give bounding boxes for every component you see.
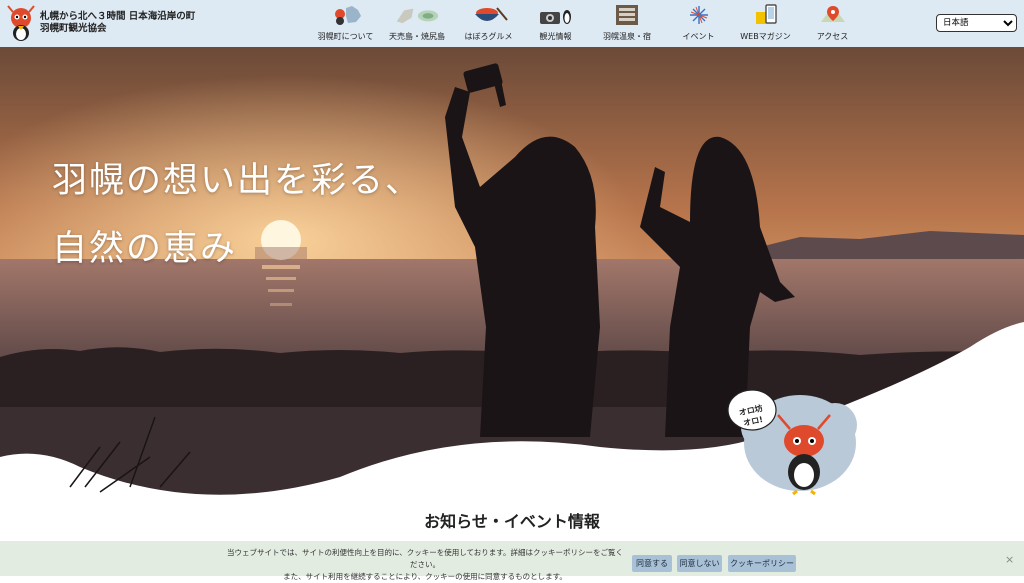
nav-label: 羽幌町について [317,32,374,41]
close-icon[interactable]: × [1005,553,1014,566]
gourmet-bowl-icon [467,4,511,26]
cookie-message: 当ウェブサイトでは、サイトの利便性向上を目的に、クッキーを使用しております。詳細… [226,547,624,583]
nav-label: WEBマガジン [740,32,791,41]
nav-label: アクセス [816,32,849,41]
language-select[interactable]: 日本語 [936,14,1017,32]
nav-item-web-magazine[interactable]: WEBマガジン [732,4,799,42]
nav-item-about[interactable]: 羽幌町について [312,4,379,42]
hero-banner: 羽幌の想い出を彩る、 自然の恵み オロ坊 オロ! [0,47,1024,517]
hotel-icon [605,4,649,26]
nav-label: イベント [682,32,715,41]
cookie-message-line-1: 当ウェブサイトでは、サイトの利便性向上を目的に、クッキーを使用しております。詳細… [226,548,624,569]
site-header: 札幌から北へ３時間 日本海沿岸の町 羽幌町観光協会 羽幌町について 天売島・焼尻… [0,0,1024,47]
brand-logo[interactable]: 札幌から北へ３時間 日本海沿岸の町 羽幌町観光協会 [6,4,195,42]
brand-tagline: 札幌から北へ３時間 日本海沿岸の町 [40,11,196,22]
town-map-icon [324,4,368,26]
news-section-title: お知らせ・イベント情報 [424,512,600,531]
nav-item-events[interactable]: イベント [665,4,732,42]
hero-catchcopy: 羽幌の想い出を彩る、 自然の恵み [52,147,422,283]
nav-item-onsen-stay[interactable]: 羽幌温泉・宿 [589,4,665,42]
hero-line-2: 自然の恵み [52,229,238,269]
map-pin-icon [811,4,855,26]
nav-label: 観光情報 [539,32,572,41]
fireworks-icon [677,4,721,26]
camera-icon [534,4,578,26]
nav-label: 天売島・焼尻島 [389,32,445,41]
cookie-decline-button[interactable]: 同意しない [677,555,722,572]
brand-name: 羽幌町観光協会 [40,23,107,34]
hero-line-1: 羽幌の想い出を彩る、 [52,161,423,201]
nav-item-islands[interactable]: 天売島・焼尻島 [379,4,455,42]
nav-label: 羽幌温泉・宿 [603,32,651,41]
mascot-logo-icon [7,5,35,41]
main-nav: 羽幌町について 天売島・焼尻島 はぼろグルメ 観光情報 羽幌温泉・宿 イベント … [312,4,866,42]
cookie-banner: 当ウェブサイトでは、サイトの利便性向上を目的に、クッキーを使用しております。詳細… [0,541,1024,581]
nav-item-sightseeing[interactable]: 観光情報 [522,4,589,42]
islands-icon [395,4,439,26]
nav-label: はぼろグルメ [464,32,513,41]
nav-item-access[interactable]: アクセス [799,4,866,42]
magazine-icon [744,4,788,26]
cookie-accept-button[interactable]: 同意する [632,555,672,572]
cookie-message-line-2: また、サイト利用を継続することにより、クッキーの使用に同意するものとします。 [283,572,567,581]
cookie-policy-button[interactable]: クッキーポリシー [728,555,796,572]
nav-item-gourmet[interactable]: はぼろグルメ [455,4,522,42]
